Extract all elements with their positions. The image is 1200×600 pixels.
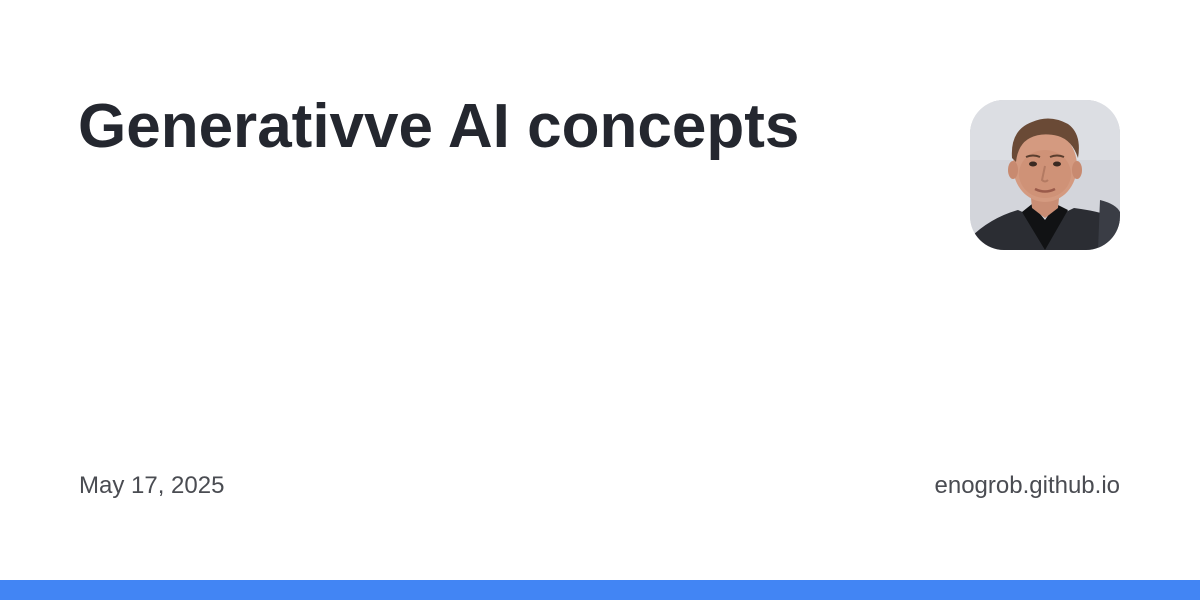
publish-date: May 17, 2025 — [79, 472, 225, 499]
site-domain: enogrob.github.io — [934, 472, 1120, 499]
author-avatar — [970, 100, 1120, 250]
accent-bar — [0, 580, 1200, 600]
author-avatar-photo-icon — [970, 100, 1120, 250]
page-title: Generativve AI concepts — [78, 92, 800, 161]
social-preview-card: Generativve AI concepts May 17, 2025 eno… — [0, 0, 1200, 600]
